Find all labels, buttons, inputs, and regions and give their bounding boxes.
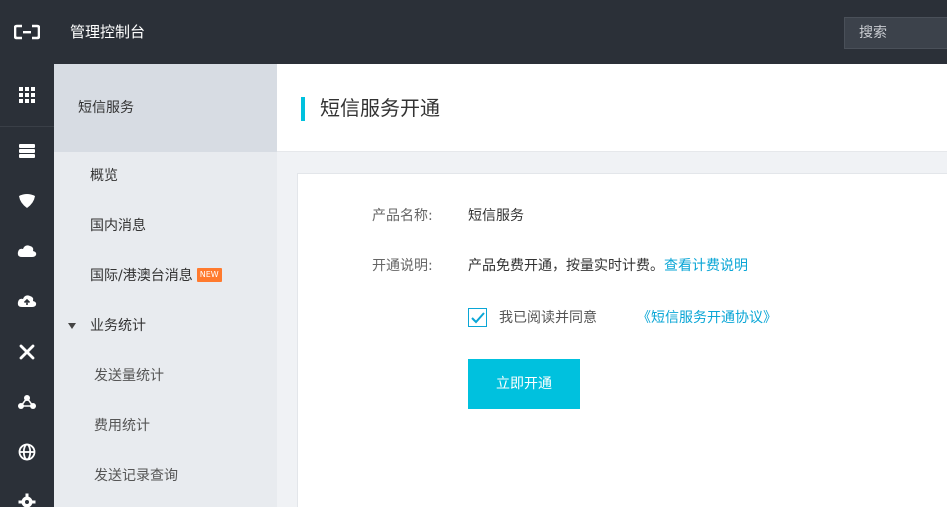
rail-divider — [0, 126, 54, 127]
checkmark-icon — [470, 311, 485, 323]
sidebar-item-label: 业务统计 — [90, 318, 146, 334]
nodes-icon[interactable] — [0, 382, 54, 422]
pricing-link[interactable]: 查看计费说明 — [664, 258, 748, 274]
sidebar-item-domestic[interactable]: 国内消息 — [54, 201, 277, 251]
sidebar-item-label: 国内消息 — [90, 218, 146, 234]
product-name-value: 短信服务 — [468, 208, 524, 224]
cross-tools-icon[interactable] — [0, 332, 54, 372]
sidebar-title[interactable]: 短信服务 — [54, 64, 277, 152]
new-badge: NEW — [196, 268, 222, 282]
sidebar-item-label: 费用统计 — [94, 418, 150, 434]
sidebar-item-label: 国际/港澳台消息 — [90, 268, 193, 284]
sidebar-item-label: 发送量统计 — [94, 368, 164, 384]
agree-text: 我已阅读并同意 — [499, 310, 597, 326]
aliyun-logo-icon[interactable] — [0, 0, 54, 64]
title-accent-bar — [301, 97, 305, 121]
agreement-link[interactable]: 《短信服务开通协议》 — [637, 307, 777, 327]
sidebar: 短信服务 概览 国内消息 国际/港澳台消息 NEW 业务统计 发送量统计 费用统计… — [54, 64, 277, 507]
sidebar-item-overview[interactable]: 概览 — [54, 151, 277, 201]
shield-icon[interactable] — [0, 181, 54, 221]
page-title: 短信服务开通 — [320, 96, 440, 120]
sidebar-item-international[interactable]: 国际/港澳台消息 NEW — [54, 251, 277, 301]
activation-desc-label: 开通说明: — [372, 258, 433, 274]
activation-desc-text: 产品免费开通，按量实时计费。 — [468, 258, 664, 274]
gear-icon[interactable] — [0, 482, 54, 507]
caret-down-icon — [68, 323, 76, 329]
icon-rail — [0, 64, 54, 507]
sidebar-item-send-records[interactable]: 发送记录查询 — [54, 451, 277, 501]
product-name-label: 产品名称: — [372, 208, 433, 224]
search-input[interactable]: 搜索 — [844, 17, 947, 49]
cloud-icon[interactable] — [0, 231, 54, 271]
activation-desc-value: 产品免费开通，按量实时计费。查看计费说明 — [468, 255, 748, 275]
page-header: 短信服务开通 — [277, 64, 947, 152]
sidebar-item-send-volume[interactable]: 发送量统计 — [54, 351, 277, 401]
activate-now-button[interactable]: 立即开通 — [468, 359, 580, 409]
sidebar-item-statistics[interactable]: 业务统计 — [54, 301, 277, 351]
top-bar: 管理控制台 搜索 — [0, 0, 947, 64]
database-icon[interactable] — [0, 131, 54, 171]
agree-checkbox[interactable] — [468, 308, 487, 327]
sidebar-item-label: 概览 — [90, 168, 118, 184]
cloud-upload-icon[interactable] — [0, 281, 54, 321]
sidebar-item-label: 发送记录查询 — [94, 468, 178, 484]
sidebar-item-cost[interactable]: 费用统计 — [54, 401, 277, 451]
globe-icon[interactable] — [0, 432, 54, 472]
grid-icon[interactable] — [0, 75, 54, 115]
console-title[interactable]: 管理控制台 — [70, 0, 145, 64]
